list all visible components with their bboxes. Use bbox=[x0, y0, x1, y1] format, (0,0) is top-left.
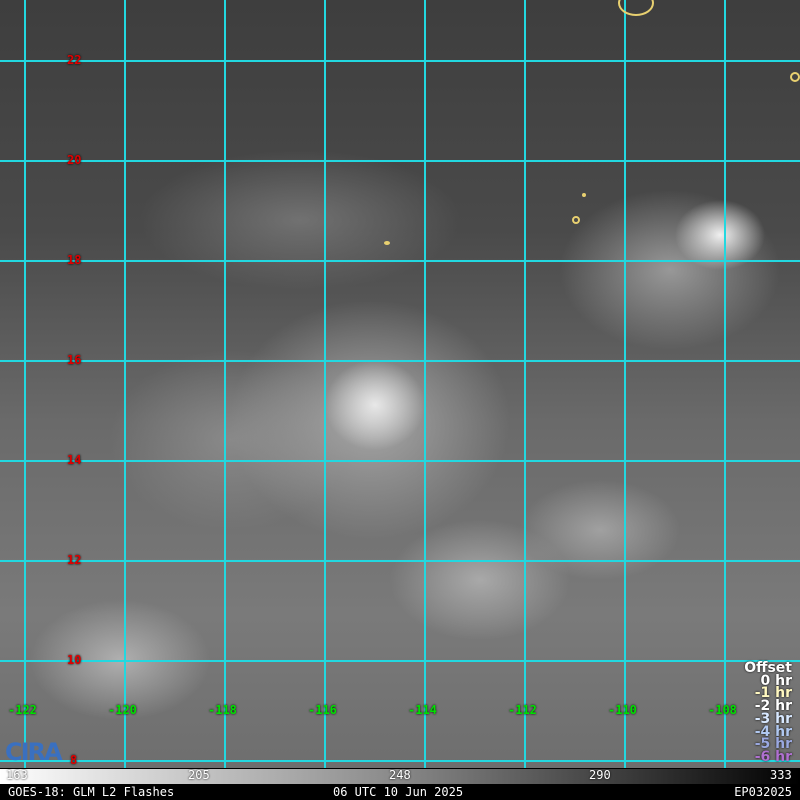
grid-line bbox=[324, 0, 326, 768]
grid-line bbox=[0, 560, 800, 562]
satellite-map: 22 20 18 16 14 12 10 8 -122 -120 -118 -1… bbox=[0, 0, 800, 768]
lon-label: -112 bbox=[508, 703, 537, 717]
offset-legend: Offset 0 hr -1 hr -2 hr -3 hr -4 hr -5 h… bbox=[744, 661, 792, 765]
lat-label: 12 bbox=[67, 553, 82, 567]
footer-bar: GOES-18: GLM L2 Flashes 06 UTC 10 Jun 20… bbox=[0, 784, 800, 800]
lat-label: 8 bbox=[70, 753, 78, 767]
grid-line bbox=[224, 0, 226, 768]
island bbox=[384, 241, 390, 245]
grid-line bbox=[624, 0, 626, 768]
colorbar-tick: 205 bbox=[188, 768, 210, 782]
lat-label: 18 bbox=[67, 253, 82, 267]
lat-label: 10 bbox=[67, 653, 82, 667]
grid-line bbox=[0, 460, 800, 462]
island bbox=[572, 216, 580, 224]
lon-label: -116 bbox=[308, 703, 337, 717]
lon-label: -120 bbox=[108, 703, 137, 717]
colorbar-tick: 333 bbox=[770, 768, 792, 782]
offset-item: -6 hr bbox=[754, 748, 792, 765]
storm-id: EP032025 bbox=[734, 785, 792, 799]
island bbox=[582, 193, 586, 197]
grid-line bbox=[24, 0, 26, 768]
lon-label: -110 bbox=[608, 703, 637, 717]
lon-label: -108 bbox=[708, 703, 737, 717]
product-title: GOES-18: GLM L2 Flashes bbox=[8, 785, 175, 799]
lat-label: 14 bbox=[67, 453, 82, 467]
grid-line bbox=[0, 360, 800, 362]
cira-logo: CIRA bbox=[5, 738, 63, 766]
lon-label: -114 bbox=[408, 703, 437, 717]
lat-label: 20 bbox=[67, 153, 82, 167]
coastline bbox=[790, 72, 800, 82]
grid-line bbox=[0, 160, 800, 162]
grid-line bbox=[0, 260, 800, 262]
grid-line bbox=[0, 760, 800, 762]
grid-line bbox=[424, 0, 426, 768]
grid-line bbox=[524, 0, 526, 768]
lon-label: -122 bbox=[8, 703, 37, 717]
lat-label: 22 bbox=[67, 53, 82, 67]
colorbar-tick: 290 bbox=[589, 768, 611, 782]
lon-label: -118 bbox=[208, 703, 237, 717]
grid-line bbox=[724, 0, 726, 768]
colorbar-tick: 248 bbox=[389, 768, 411, 782]
colorbar-tick: 163 bbox=[6, 768, 28, 782]
grid-line bbox=[0, 60, 800, 62]
grid-line bbox=[124, 0, 126, 768]
lat-label: 16 bbox=[67, 353, 82, 367]
grid-line bbox=[0, 660, 800, 662]
timestamp: 06 UTC 10 Jun 2025 bbox=[333, 785, 464, 799]
